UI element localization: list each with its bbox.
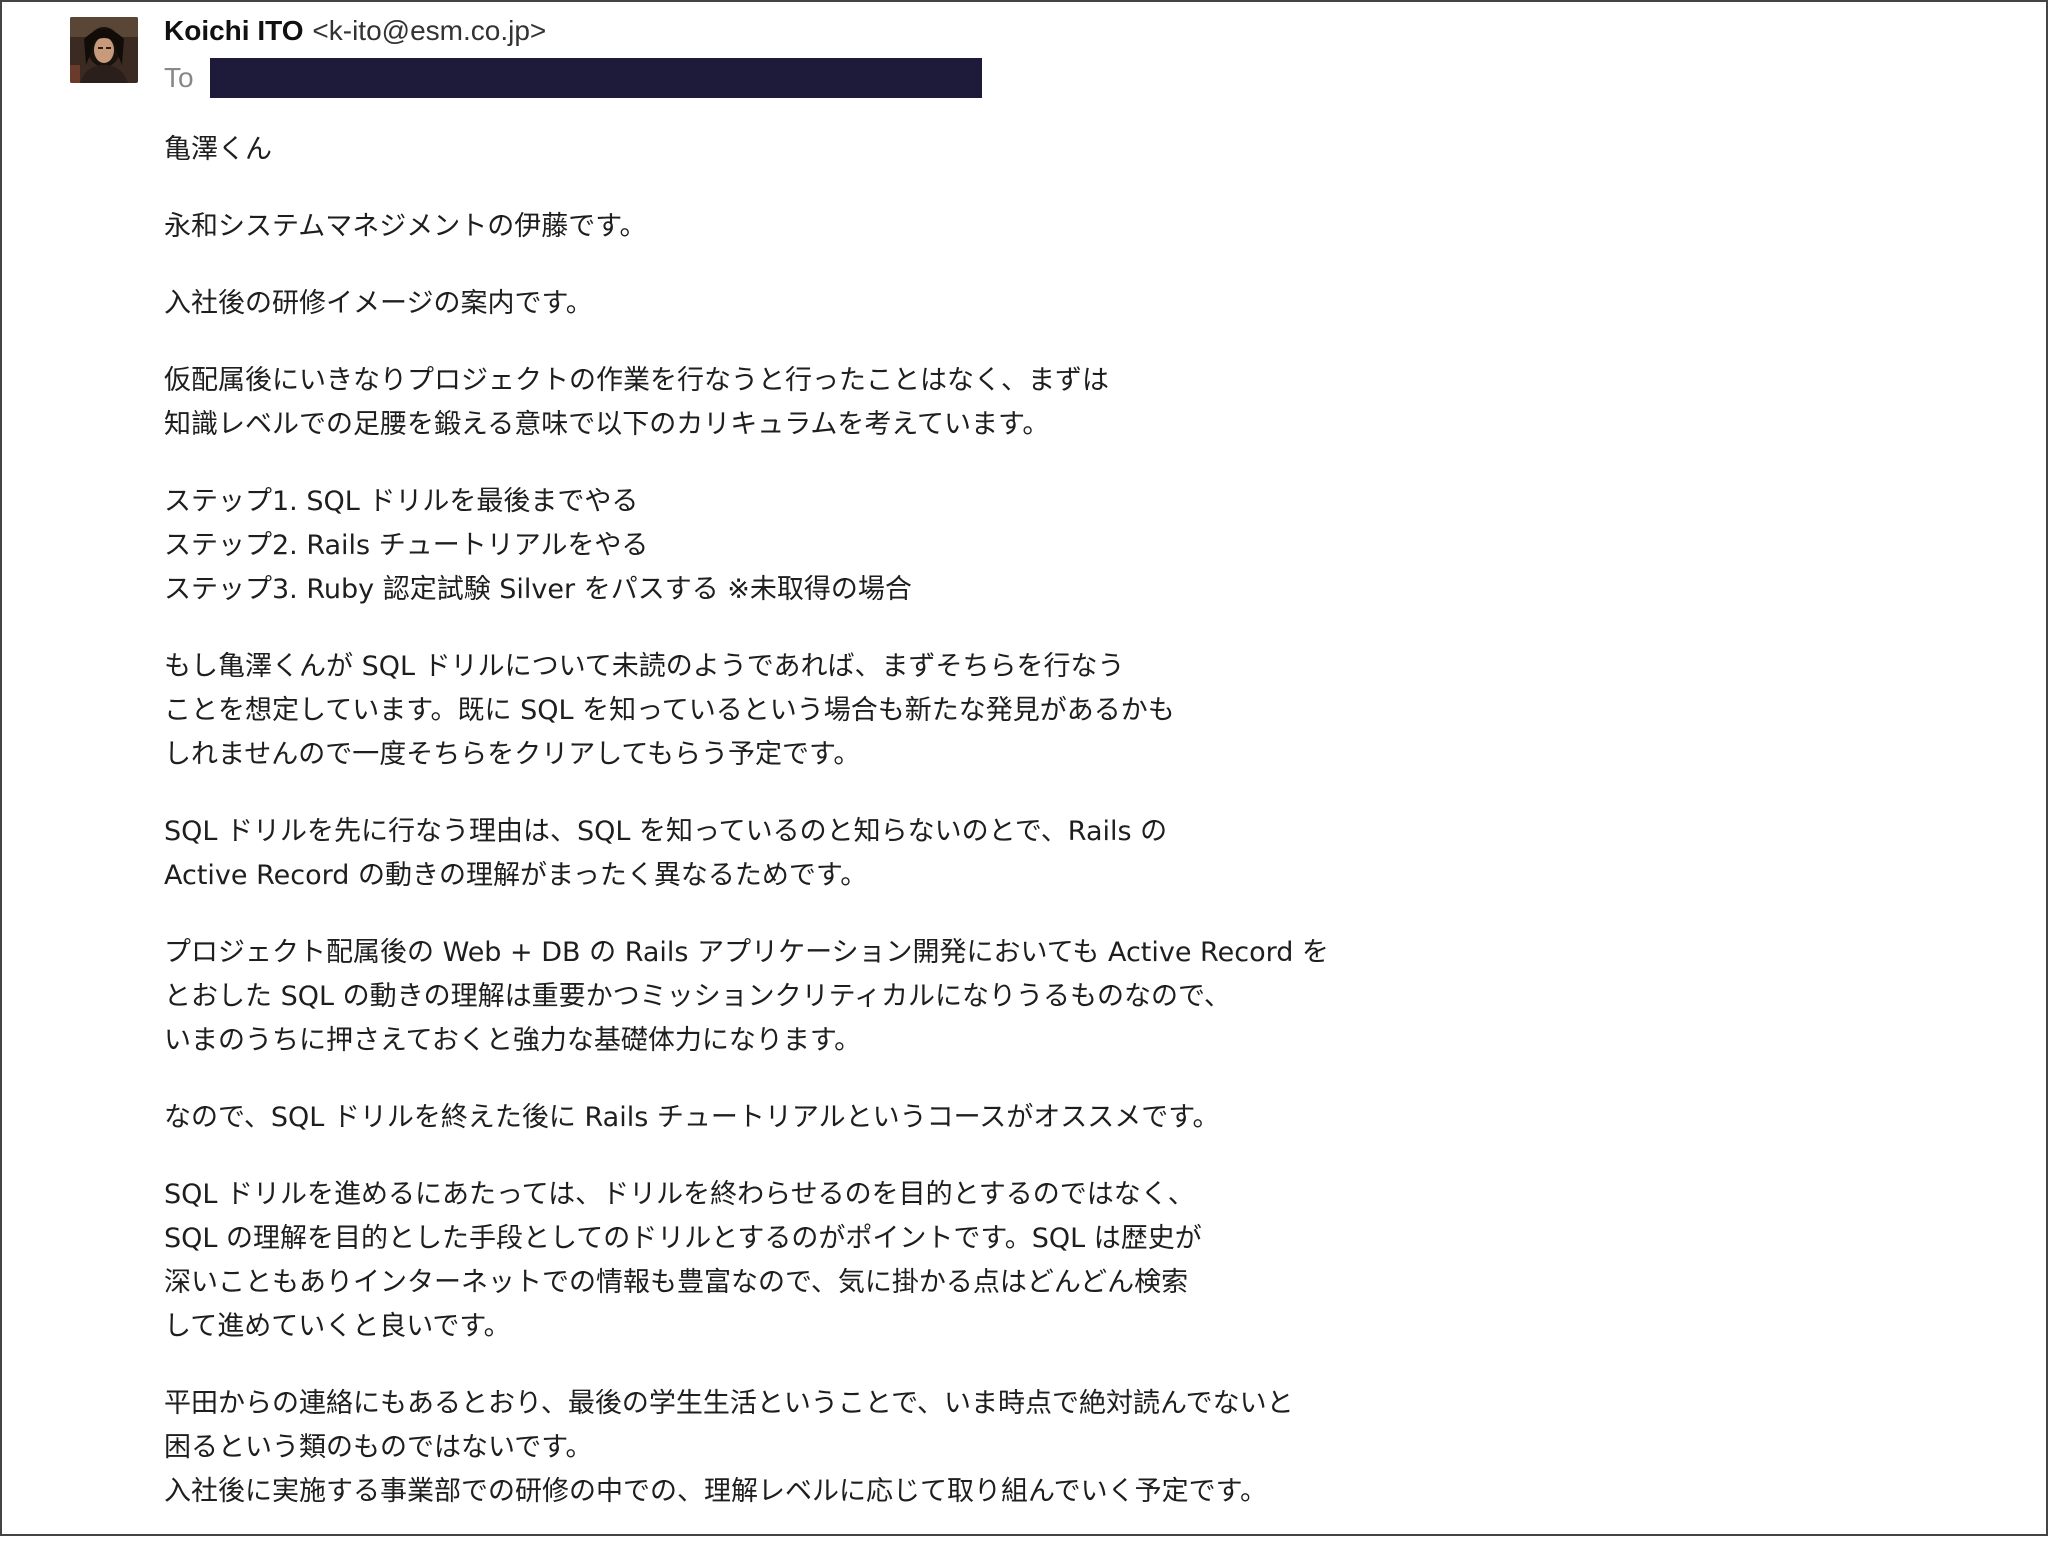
body-text-line: いまのうちに押さえておくと強力な基礎体力になります。 [164,1025,862,1056]
body-paragraph: もし亀澤くんが SQL ドリルについて未読のようであれば、まずそちらを行なうこと… [164,645,1414,777]
body-paragraph: 平田からの連絡にもあるとおり、最後の学生生活ということで、いま時点で絶対読んでな… [164,1382,1414,1514]
body-text-line: 入社後の研修イメージの案内です。 [164,288,593,319]
body-paragraph: プロジェクト配属後の Web + DB の Rails アプリケーション開発にお… [164,931,1414,1063]
sender-line: Koichi ITO <k-ito@esm.co.jp> [164,13,546,49]
email-viewer-window: Koichi ITO <k-ito@esm.co.jp> To 亀澤くん永和シス… [0,0,2048,1536]
body-text-line: して進めていくと良いです。 [164,1311,511,1342]
body-text-line: とおした SQL の動きの理解は重要かつミッションクリティカルになりうるものなの… [164,981,1231,1012]
body-text-line: 仮配属後にいきなりプロジェクトの作業を行なうと行ったことはなく、まずは [164,365,1109,396]
body-text-line: しれませんので一度そちらをクリアしてもらう予定です。 [164,739,861,770]
body-paragraph: SQL ドリルを進めるにあたっては、ドリルを終わらせるのを目的とするのではなく、… [164,1173,1414,1349]
body-paragraph: 永和システムマネジメントの伊藤です。 [164,205,1414,249]
sender-name[interactable]: Koichi ITO [164,15,304,46]
email-message: Koichi ITO <k-ito@esm.co.jp> To 亀澤くん永和シス… [2,2,2046,1534]
body-text-line: ステップ1. SQL ドリルを最後までやる [164,486,639,517]
email-body: 亀澤くん永和システムマネジメントの伊藤です。 入社後の研修イメージの案内です。仮配… [164,128,1414,1547]
body-text-line: ことを想定しています。既に SQL を知っているという場合も新たな発見があるかも [164,695,1175,726]
body-text-line: 知識レベルでの足腰を鍛える意味で以下のカリキュラムを考えています。 [164,409,1050,440]
body-paragraph: ステップ1. SQL ドリルを最後までやる ステップ2. Rails チュートリア… [164,480,1414,612]
body-text-line: 深いこともありインターネットでの情報も豊富なので、気に掛かる点はどんどん検索 [164,1267,1189,1298]
body-paragraph: 入社後の研修イメージの案内です。 [164,282,1414,326]
body-text-line: 亀澤くん [164,134,272,165]
body-paragraph: SQL ドリルを先に行なう理由は、SQL を知っているのと知らないのとで、Rai… [164,810,1414,898]
avatar[interactable] [70,17,138,83]
person-photo-icon [70,17,138,83]
body-text-line: 入社後に実施する事業部での研修の中での、理解レベルに応じて取り組んでいく予定です… [164,1476,1267,1507]
body-text-line: SQL ドリルを進めるにあたっては、ドリルを終わらせるのを目的とするのではなく、 [164,1179,1195,1210]
body-paragraph: なので、SQL ドリルを終えた後に Rails チュートリアルというコースがオス… [164,1096,1414,1140]
body-paragraph: 亀澤くん [164,128,1414,172]
body-text-line: ステップ2. Rails チュートリアルをやる [164,530,649,561]
body-text-line: SQL ドリルを先に行なう理由は、SQL を知っているのと知らないのとで、Rai… [164,816,1168,847]
body-text-line: ステップ3. Ruby 認定試験 Silver をパスする ※未取得の場合 [164,574,912,605]
body-text-line: もし亀澤くんが SQL ドリルについて未読のようであれば、まずそちらを行なう [164,651,1125,682]
body-text-line: 永和システムマネジメントの伊藤です。 [164,211,647,242]
body-text-line: プロジェクト配属後の Web + DB の Rails アプリケーション開発にお… [164,937,1329,968]
recipient-line: To [164,58,983,98]
recipient-redacted-block [210,58,983,98]
body-text-line: なので、SQL ドリルを終えた後に Rails チュートリアルというコースがオス… [164,1102,1220,1133]
body-text-line: 平田からの連絡にもあるとおり、最後の学生生活ということで、いま時点で絶対読んでな… [164,1388,1294,1419]
sender-email[interactable]: <k-ito@esm.co.jp> [312,15,546,46]
body-text-line: 困るという類のものではないです。 [164,1432,593,1463]
body-paragraph: 仮配属後にいきなりプロジェクトの作業を行なうと行ったことはなく、まずは 知識レベル… [164,359,1414,447]
to-label: To [164,62,194,93]
body-text-line: SQL の理解を目的とした手段としてのドリルとするのがポイントです。SQL は歴… [164,1223,1202,1254]
body-text-line: Active Record の動きの理解がまったく異なるためです。 [164,860,868,891]
